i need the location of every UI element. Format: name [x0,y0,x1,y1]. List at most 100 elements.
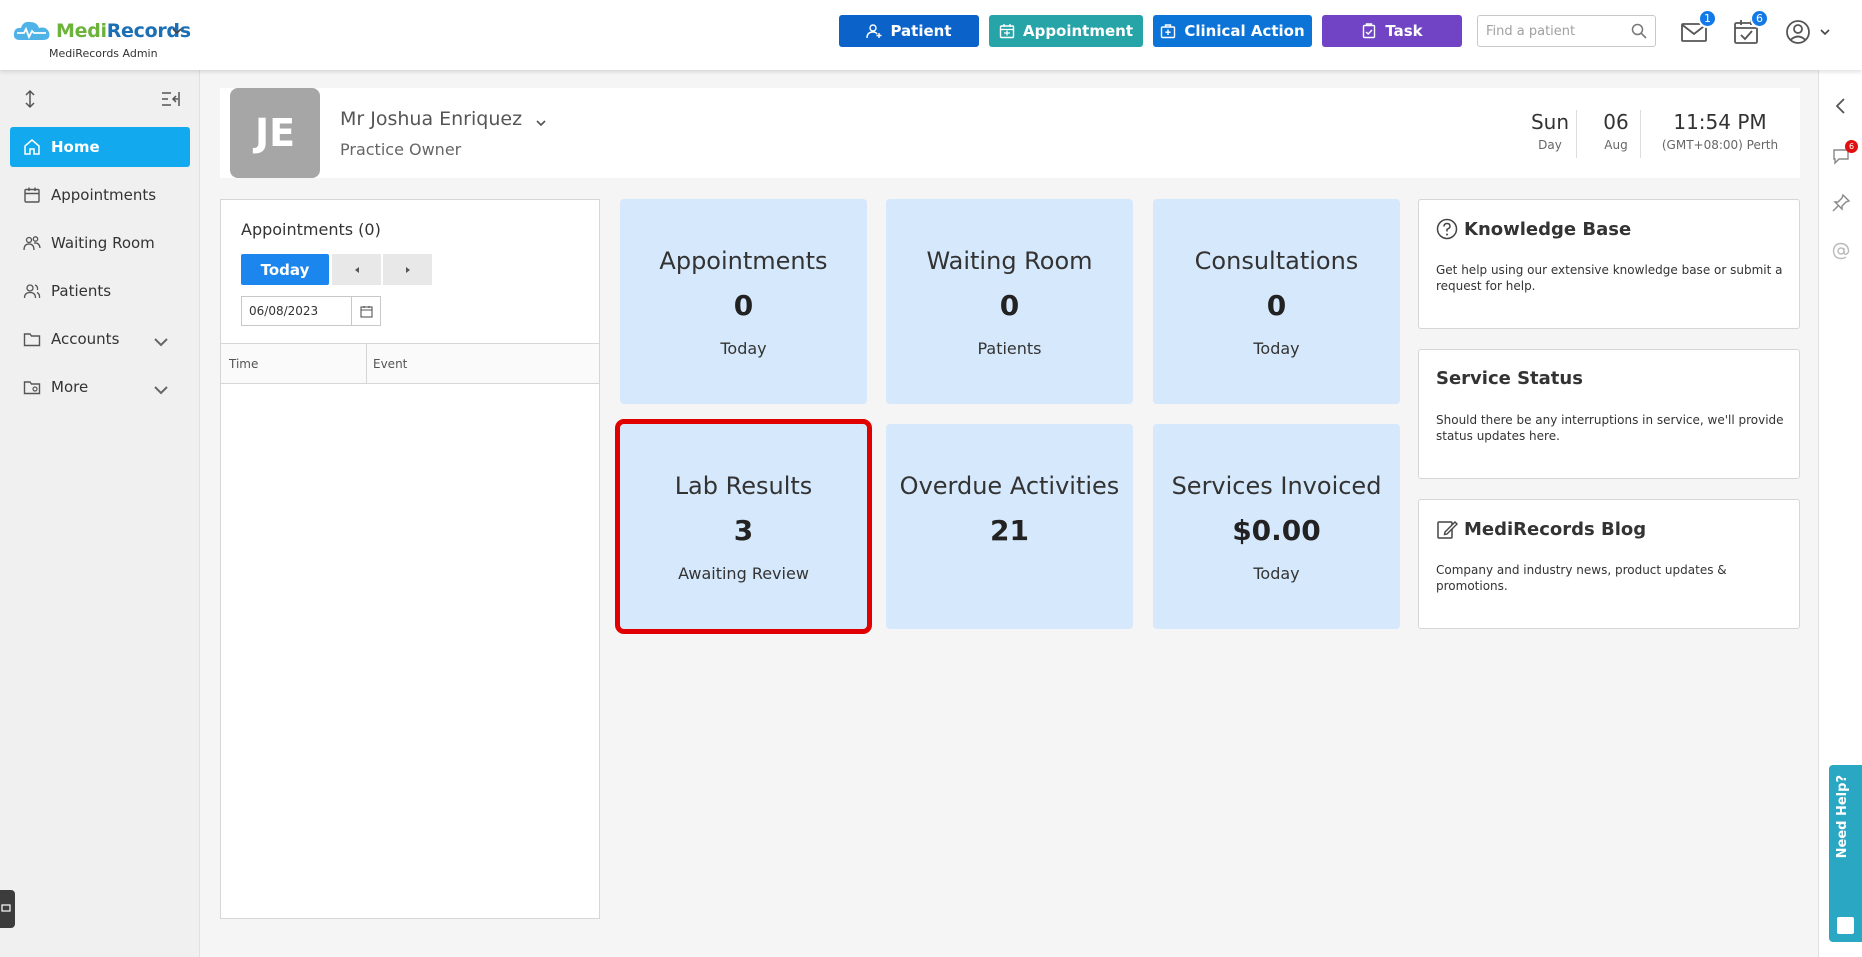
column-divider [366,344,367,384]
tile-subtitle: Today [720,339,767,358]
new-appointment-label: Appointment [1022,22,1134,40]
divider [1576,110,1577,158]
tile-title: Overdue Activities [899,472,1120,500]
tile-title: Appointments [659,247,828,275]
date-display: 06 Aug [1586,110,1646,152]
side-panel-tab[interactable] [0,890,15,928]
tile-services-invoiced[interactable]: Services Invoiced $0.00 Today [1153,424,1400,629]
clinical-action-button[interactable]: Clinical Action [1153,15,1312,47]
new-patient-button[interactable]: Patient [839,15,979,47]
card-title: MediRecords Blog [1436,518,1646,540]
tile-appointments[interactable]: Appointments 0 Today [620,199,867,404]
chevron-down-icon[interactable] [170,24,184,38]
tile-lab-results[interactable]: Lab Results 3 Awaiting Review [615,419,872,634]
at-sign-icon[interactable] [1831,241,1851,261]
tile-overdue-activities[interactable]: Overdue Activities 21 [886,424,1133,629]
patient-search-input[interactable] [1478,16,1618,46]
knowledge-base-card[interactable]: Knowledge Base Get help using our extens… [1418,199,1800,329]
card-title-text: Knowledge Base [1464,218,1632,240]
tile-consultations[interactable]: Consultations 0 Today [1153,199,1400,404]
logo[interactable]: MediRecords [12,18,191,44]
tile-title: Waiting Room [926,247,1093,275]
tile-subtitle: Awaiting Review [678,564,809,583]
calendar-button[interactable] [351,297,380,325]
day-value: Sun [1530,110,1570,134]
top-bar: MediRecords MediRecords Admin Patient Ap… [0,0,1862,70]
sidebar-item-home[interactable]: Home [10,127,190,167]
need-help-label: Need Help? [1835,775,1850,859]
chevron-down-icon[interactable] [1818,25,1832,39]
previous-day-button[interactable] [332,254,381,285]
card-title-text: Service Status [1436,368,1583,389]
column-header-event[interactable]: Event [373,357,407,371]
card-body: Company and industry news, product updat… [1436,563,1727,593]
tile-value: 21 [990,514,1029,547]
folder-icon [23,333,41,347]
caret-left-icon [354,266,359,273]
medical-bag-icon [1161,24,1176,39]
card-title: Knowledge Base [1436,218,1631,240]
user-menu-button[interactable] [1785,18,1813,46]
collapse-sidebar-icon[interactable] [161,90,181,108]
avatar[interactable]: JE [230,88,320,178]
next-day-button[interactable] [383,254,432,285]
sidebar-item-more[interactable]: More [10,367,190,407]
tile-title: Lab Results [674,472,813,500]
service-status-card[interactable]: Service Status Should there be any inter… [1418,349,1800,479]
tile-value: $0.00 [1232,514,1321,547]
blog-card[interactable]: MediRecords Blog Company and industry ne… [1418,499,1800,629]
notification-badge: 6 [1845,140,1858,153]
expand-vertical-icon[interactable] [21,89,39,109]
tile-value: 0 [999,289,1020,322]
tile-waiting-room[interactable]: Waiting Room 0 Patients [886,199,1133,404]
tile-subtitle: Today [1253,564,1300,583]
day-label: Day [1538,138,1562,152]
sidebar-item-accounts[interactable]: Accounts [10,319,190,359]
home-icon [24,139,40,155]
calendar-icon [24,187,40,203]
tile-value: 0 [1266,289,1287,322]
help-widget-icon [1837,917,1854,934]
mail-button[interactable]: 1 [1680,9,1717,46]
date-input[interactable] [242,297,342,325]
appointments-grid-header: Time Event [221,343,599,384]
chevron-down-icon [154,386,168,395]
day-display: Sun Day [1520,110,1580,152]
chevron-left-icon[interactable] [1831,96,1851,116]
column-header-time[interactable]: Time [229,357,258,371]
need-help-tab[interactable]: Need Help? [1829,765,1862,942]
print-icon [1,904,11,912]
chevron-down-icon [154,338,168,347]
sidebar-item-label: Accounts [51,330,120,348]
sidebar-item-patients[interactable]: Patients [10,271,190,311]
card-title: Service Status [1436,368,1583,389]
tile-subtitle: Today [1253,339,1300,358]
calendar-icon [999,24,1015,39]
sidebar-item-waiting-room[interactable]: Waiting Room [10,223,190,263]
sidebar-item-label: Home [51,138,100,156]
mail-count-badge: 1 [1698,9,1717,28]
clipboard-check-icon [1363,23,1376,39]
chevron-down-icon[interactable] [534,116,548,130]
folder-settings-icon [23,381,41,395]
tasks-button[interactable]: 6 [1732,9,1769,46]
user-role: Practice Owner [340,140,462,159]
today-button[interactable]: Today [241,254,329,285]
sidebar-item-appointments[interactable]: Appointments [10,175,190,215]
time-value: 11:54 PM [1673,110,1767,134]
profile-header: JE Mr Joshua Enriquez Practice Owner Sun… [220,88,1800,178]
new-patient-label: Patient [890,22,952,40]
user-name[interactable]: Mr Joshua Enriquez [340,108,522,130]
add-person-icon [866,24,882,39]
patient-search [1477,15,1656,47]
help-circle-icon [1436,218,1458,240]
card-body: Should there be any interruptions in ser… [1436,413,1784,443]
new-task-button[interactable]: Task [1322,15,1462,47]
appointments-panel-title: Appointments (0) [241,220,381,239]
pin-icon[interactable] [1831,193,1851,213]
new-appointment-button[interactable]: Appointment [989,15,1143,47]
tile-value: 0 [733,289,754,322]
caret-right-icon [405,266,410,273]
sidebar-item-label: Appointments [51,186,157,204]
search-icon[interactable] [1631,23,1647,39]
